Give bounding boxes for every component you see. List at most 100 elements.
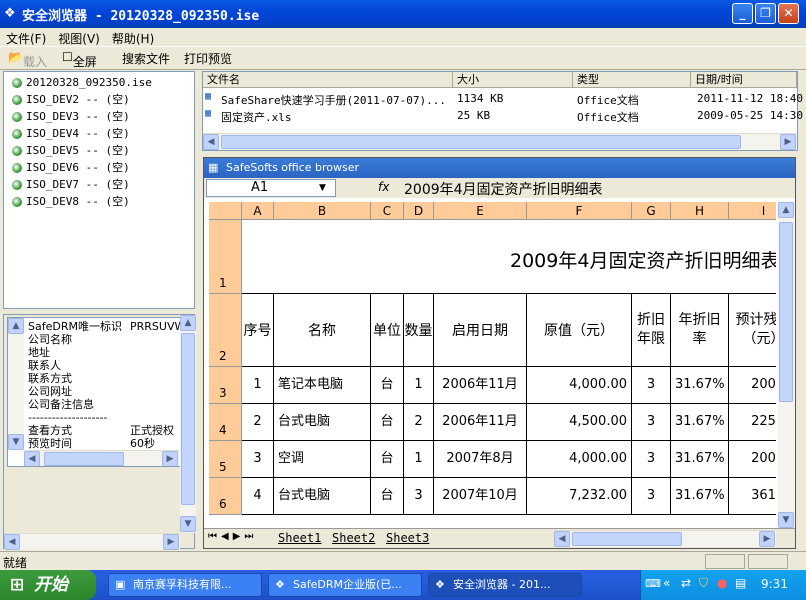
col-header-name[interactable]: 文件名 (203, 72, 453, 88)
tree-item[interactable]: ISO_DEV7 -- (空) (6, 176, 152, 193)
table-cell[interactable]: 31.67% (671, 404, 729, 441)
table-header-cell[interactable]: 单位 (371, 294, 404, 367)
column-header[interactable]: B (274, 202, 371, 220)
column-header[interactable]: D (404, 202, 434, 220)
column-header[interactable]: E (434, 202, 527, 220)
table-header-cell[interactable]: 名称 (274, 294, 371, 367)
keyboard-icon[interactable]: ⌨ (645, 577, 661, 590)
tree-item[interactable]: ISO_DEV2 -- (空) (6, 91, 152, 108)
table-cell[interactable]: 2006年11月 (434, 404, 527, 441)
scroll-thumb[interactable] (44, 452, 124, 466)
scroll-thumb[interactable] (221, 135, 741, 149)
row-header[interactable]: 5 (209, 441, 242, 478)
scroll-left-icon[interactable]: ◀ (203, 134, 219, 150)
sheet-nav-icon[interactable]: ⏮◀▶⏭ (208, 531, 257, 542)
search-files-button[interactable]: 搜索文件 (122, 50, 170, 67)
table-cell[interactable]: 1 (242, 367, 274, 404)
scroll-thumb[interactable] (572, 532, 682, 546)
col-header-date[interactable]: 日期/时间 (691, 72, 797, 88)
scroll-thumb[interactable] (181, 333, 195, 505)
scroll-thumb[interactable] (779, 222, 793, 402)
table-cell[interactable]: 225 (729, 404, 776, 441)
display-icon[interactable]: ▤ (735, 576, 746, 590)
chevron-left-icon[interactable]: « (663, 576, 670, 590)
table-cell[interactable]: 台 (371, 404, 404, 441)
row-header[interactable]: 6 (209, 478, 242, 515)
start-button[interactable]: ⊞ 开始 (0, 570, 96, 600)
table-cell[interactable]: 台 (371, 367, 404, 404)
scroll-left-icon[interactable]: ◀ (24, 451, 40, 466)
table-cell[interactable]: 笔记本电脑 (274, 367, 371, 404)
column-header[interactable]: H (671, 202, 729, 220)
info-hscrollbar[interactable]: ◀ ▶ (24, 450, 180, 466)
table-cell[interactable]: 台式电脑 (274, 404, 371, 441)
file-row[interactable]: ▦ SafeShare快速学习手册(2011-07-07)... 1134 KB Of… (203, 90, 803, 107)
table-cell[interactable]: 4,500.00 (527, 404, 632, 441)
table-header-cell[interactable]: 折旧年限 (632, 294, 671, 367)
table-header-cell[interactable]: 原值（元） (527, 294, 632, 367)
table-cell[interactable]: 空调 (274, 441, 371, 478)
table-cell[interactable]: 4,000.00 (527, 441, 632, 478)
column-header[interactable]: G (632, 202, 671, 220)
scroll-right-icon[interactable]: ▶ (780, 134, 796, 150)
table-cell[interactable]: 4 (242, 478, 274, 515)
table-cell[interactable]: 31.67% (671, 441, 729, 478)
table-cell[interactable]: 1 (404, 367, 434, 404)
col-header-type[interactable]: 类型 (573, 72, 691, 88)
fullscreen-button[interactable]: ☐ 全屏 (62, 50, 97, 69)
filelist-hscrollbar[interactable]: ◀ ▶ (203, 133, 797, 150)
grid-hscrollbar[interactable]: ◀ ▶ (554, 530, 776, 547)
table-cell[interactable]: 200 (729, 441, 776, 478)
panel-vscrollbar[interactable]: ▲ ▼ (180, 315, 196, 533)
table-cell[interactable]: 台 (371, 478, 404, 515)
minimize-button[interactable]: _ (732, 3, 753, 24)
column-header[interactable]: A (242, 202, 274, 220)
tree-item[interactable]: ISO_DEV8 -- (空) (6, 193, 152, 210)
scroll-down-icon[interactable]: ▼ (180, 516, 196, 532)
scroll-up-icon[interactable]: ▲ (778, 202, 794, 218)
table-header-cell[interactable]: 序号 (242, 294, 274, 367)
network-icon[interactable]: ⇄ (681, 576, 691, 590)
table-cell[interactable]: 361 (729, 478, 776, 515)
tree-item[interactable]: ISO_DEV4 -- (空) (6, 125, 152, 142)
table-cell[interactable]: 台式电脑 (274, 478, 371, 515)
table-cell[interactable]: 2006年11月 (434, 367, 527, 404)
table-header-cell[interactable]: 启用日期 (434, 294, 527, 367)
row-header[interactable]: 2 (209, 294, 242, 367)
scroll-left-icon[interactable]: ◀ (554, 531, 570, 547)
file-row[interactable]: ▦ 固定资产.xls 25 KB Office文档 2009-05-25 14:30 (203, 107, 803, 124)
table-cell[interactable]: 31.67% (671, 367, 729, 404)
scroll-left-icon[interactable]: ◀ (4, 534, 20, 550)
antivirus-icon[interactable]: ● (717, 576, 727, 590)
info-scrollbar[interactable]: ▲ ▼ (8, 318, 24, 450)
col-header-size[interactable]: 大小 (453, 72, 573, 88)
scroll-right-icon[interactable]: ▶ (759, 531, 775, 547)
tree-item[interactable]: ISO_DEV5 -- (空) (6, 142, 152, 159)
security-shield-icon[interactable]: ⛉ (699, 576, 708, 591)
table-cell[interactable]: 3 (242, 441, 274, 478)
table-cell[interactable]: 3 (404, 478, 434, 515)
task-button-1[interactable]: ▣ 南京赛孚科技有限... (108, 573, 262, 597)
row-header[interactable]: 3 (209, 367, 242, 404)
table-cell[interactable]: 3 (632, 404, 671, 441)
sheet-tab-3[interactable]: Sheet3 (386, 531, 429, 545)
sheet-tab-2[interactable]: Sheet2 (332, 531, 375, 545)
column-header[interactable]: C (371, 202, 404, 220)
scroll-down-icon[interactable]: ▼ (778, 512, 794, 528)
tree-item[interactable]: 20120328_092350.ise (6, 74, 152, 91)
scroll-up-icon[interactable]: ▲ (8, 318, 24, 334)
row-header[interactable]: 4 (209, 404, 242, 441)
table-cell[interactable]: 3 (632, 478, 671, 515)
row-header[interactable]: 1 (209, 220, 242, 294)
table-cell[interactable]: 台 (371, 441, 404, 478)
column-header[interactable]: I (729, 202, 776, 220)
sheet-tab-1[interactable]: Sheet1 (278, 531, 321, 545)
scroll-up-icon[interactable]: ▲ (180, 315, 196, 331)
table-cell[interactable]: 4,000.00 (527, 367, 632, 404)
table-cell[interactable]: 2007年10月 (434, 478, 527, 515)
table-cell[interactable]: 2007年8月 (434, 441, 527, 478)
table-cell[interactable]: 2 (242, 404, 274, 441)
scroll-right-icon[interactable]: ▶ (162, 451, 178, 466)
tree-item[interactable]: ISO_DEV6 -- (空) (6, 159, 152, 176)
table-cell[interactable]: 2 (404, 404, 434, 441)
